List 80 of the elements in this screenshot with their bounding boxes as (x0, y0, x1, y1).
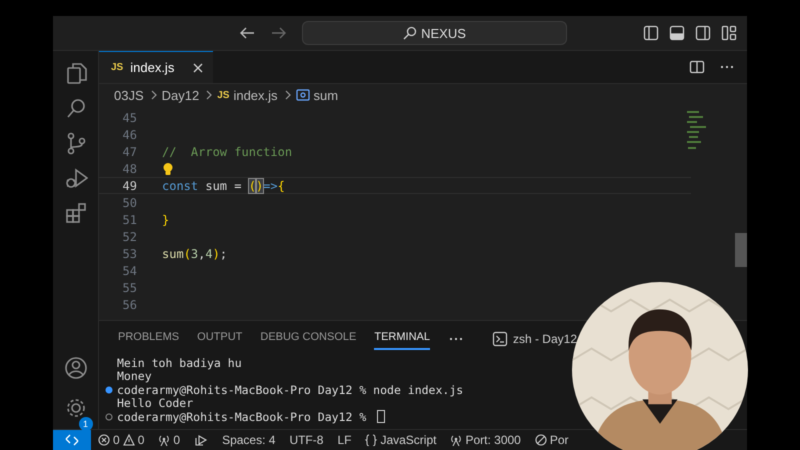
status-item[interactable]: JavaScript (358, 433, 444, 447)
remote-button[interactable] (53, 430, 91, 450)
breadcrumb-item[interactable]: 03JS (114, 88, 144, 102)
chevron-icon (150, 90, 158, 100)
split-editor-icon[interactable] (689, 59, 705, 75)
forward-arrow-icon[interactable] (271, 26, 287, 40)
scrollbar-thumb[interactable] (735, 233, 747, 267)
line-number: 53 (122, 246, 137, 260)
panel-tab[interactable]: DEBUG CONSOLE (260, 327, 356, 350)
braces-icon (365, 434, 378, 446)
terminal-output: Money (117, 369, 152, 384)
panel-tab[interactable]: OUTPUT (197, 327, 242, 350)
code-text: sum(3,4); (162, 246, 228, 260)
line-number: 50 (122, 196, 137, 210)
file-type-label: JS (217, 90, 230, 100)
line-number: 45 (122, 110, 137, 124)
empty-dot-icon (105, 412, 113, 421)
minimap (687, 111, 707, 151)
line-number: 56 (122, 298, 137, 312)
code-text: const sum = ()=>{ (162, 178, 285, 192)
status-item[interactable]: Spaces: 4 (215, 433, 282, 447)
warning-icon (122, 434, 135, 446)
warning-count: 0 (138, 433, 144, 447)
line-number: 55 (122, 280, 137, 294)
close-icon[interactable] (193, 62, 203, 72)
file-type-label: JS (111, 62, 124, 73)
search-icon (403, 26, 418, 40)
status-text: Port: 3000 (465, 433, 521, 447)
status-text: 0 (173, 433, 180, 447)
symbol-icon (296, 89, 310, 101)
status-item[interactable]: 0 0 (91, 433, 152, 447)
account-icon[interactable] (64, 356, 88, 380)
panel-tab[interactable]: TERMINAL (374, 327, 430, 350)
line-number: 52 (122, 230, 137, 244)
error-count: 0 (113, 433, 120, 447)
back-arrow-icon[interactable] (239, 26, 255, 40)
status-text: Por (550, 433, 569, 447)
line-number: 51 (122, 212, 137, 226)
breadcrumb-item[interactable]: Day12 (162, 88, 200, 102)
status-item[interactable]: LF (330, 433, 358, 447)
line-number: 48 (122, 162, 137, 176)
line-number: 47 (122, 144, 137, 158)
status-item[interactable]: Por (528, 433, 576, 447)
tab-label: index.js (130, 60, 176, 75)
error-icon (98, 434, 110, 446)
antenna-icon (158, 434, 170, 446)
status-item[interactable]: 0 (151, 433, 188, 447)
breadcrumb-item[interactable]: sum (314, 88, 338, 102)
code-text: // Arrow function (162, 144, 292, 158)
sidebar-toggle-icon[interactable] (643, 25, 659, 41)
terminal-output: Mein toh badiya hu (117, 356, 242, 370)
terminal-output: Hello Coder (117, 396, 194, 410)
no-entry-icon (534, 434, 547, 446)
remote-icon (65, 434, 79, 446)
extensions-icon[interactable] (64, 201, 88, 225)
share-icon (194, 434, 208, 446)
chevron-icon (284, 90, 292, 100)
status-item[interactable]: UTF-8 (282, 433, 330, 447)
antenna-icon (450, 434, 462, 446)
status-text: JavaScript (380, 433, 436, 447)
panel-toggle-icon[interactable] (669, 25, 685, 41)
line-number: 54 (122, 264, 137, 278)
success-dot-icon (105, 386, 113, 394)
editor-tab[interactable]: JS index.js (99, 51, 213, 83)
chevron-icon (205, 90, 214, 100)
run-debug-icon[interactable] (64, 166, 88, 190)
terminal-command: coderarmy@Rohits-MacBook-Pro Day12 % (117, 410, 368, 424)
panel-tab[interactable]: PROBLEMS (118, 327, 180, 350)
code-text: } (162, 212, 170, 226)
line-number: 49 (122, 178, 137, 192)
terminal-icon (492, 330, 508, 346)
line-number: 46 (122, 128, 137, 142)
layout-icon[interactable] (721, 25, 737, 41)
search-field[interactable]: NEXUS (302, 21, 567, 45)
breadcrumb-item[interactable]: index.js (233, 88, 278, 102)
terminal-command: coderarmy@Rohits-MacBook-Pro Day12 % node index.js (117, 382, 464, 397)
terminal-name[interactable]: zsh - Day12 (512, 332, 577, 346)
secondary-sidebar-icon[interactable] (695, 25, 711, 41)
notification-badge: 1 (78, 417, 92, 431)
status-item[interactable]: Port: 3000 (443, 433, 528, 447)
